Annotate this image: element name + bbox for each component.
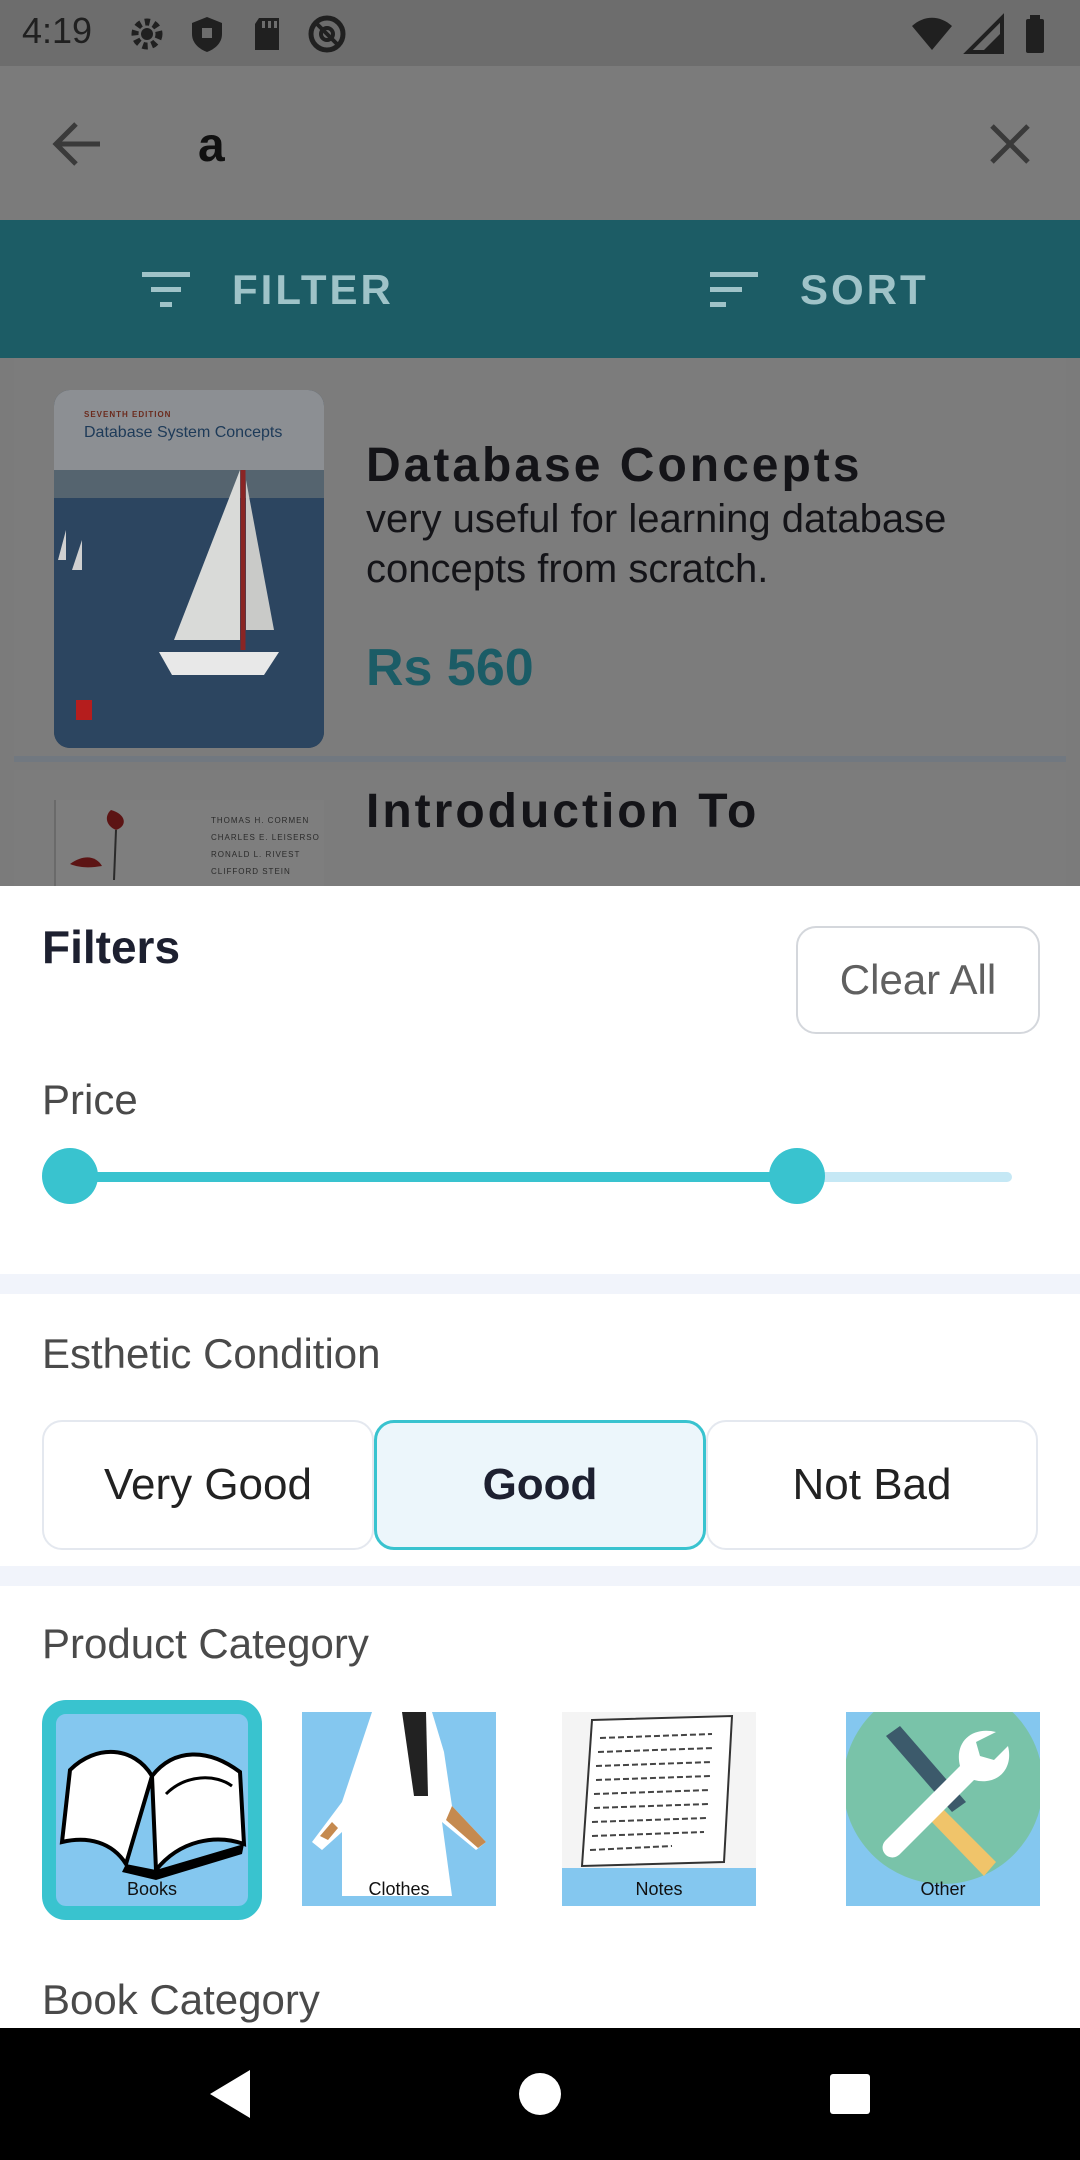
nav-recents-icon[interactable] (818, 2062, 882, 2126)
cover-author: CLIFFORD STEIN (211, 867, 291, 876)
category-other-label: Other (920, 1879, 966, 1899)
battery-icon (1014, 12, 1058, 56)
filter-icon (140, 270, 192, 310)
price-range-slider[interactable] (42, 1148, 1018, 1208)
settings-icon (125, 12, 169, 56)
condition-options: Very Good Good Not Bad (42, 1420, 1038, 1550)
slider-active-range (70, 1172, 797, 1182)
status-time: 4:19 (22, 10, 93, 51)
nav-home-icon[interactable] (508, 2062, 572, 2126)
nav-back-icon[interactable] (202, 2062, 266, 2126)
product-title: Database Concepts (366, 439, 863, 492)
category-other-tile[interactable]: Other (846, 1712, 1040, 1906)
category-options: Books Clothes Notes Other (42, 1700, 1040, 1920)
filters-sheet: Filters Clear All Price Esthetic Conditi… (0, 886, 1080, 2028)
section-divider (0, 1274, 1080, 1294)
category-notes-label: Notes (635, 1879, 683, 1899)
category-clothes-label: Clothes (368, 1879, 430, 1899)
product-category-label: Product Category (42, 1620, 369, 1667)
category-clothes-tile[interactable]: Clothes (302, 1712, 496, 1906)
search-bar: a (0, 66, 1080, 220)
status-bar: 4:19 (0, 0, 1080, 66)
results-list: SEVENTH EDITION Database System Concepts… (0, 358, 1080, 886)
cover-author: RONALD L. RIVEST (211, 850, 301, 859)
cover-author: CHARLES E. LEISERSO (211, 833, 320, 842)
filter-label: FILTER (232, 266, 394, 313)
product-image: SEVENTH EDITION Database System Concepts (54, 390, 324, 748)
category-books-label: Books (126, 1879, 178, 1899)
shield-icon (185, 12, 229, 56)
condition-label: Esthetic Condition (42, 1330, 381, 1377)
filter-sort-bar: FILTER SORT (0, 220, 1080, 358)
clear-all-button[interactable]: Clear All (796, 926, 1040, 1034)
wifi-icon (910, 12, 954, 56)
close-icon[interactable] (980, 114, 1040, 174)
sort-button[interactable]: SORT (708, 260, 929, 320)
product-title: Introduction To (366, 785, 760, 838)
at-sign-icon (305, 12, 349, 56)
product-description: very useful for learning database concep… (366, 497, 947, 591)
search-input[interactable]: a (198, 118, 225, 173)
condition-very-good-button[interactable]: Very Good (42, 1420, 374, 1550)
cover-author: THOMAS H. CORMEN (211, 816, 310, 825)
clothes-icon (312, 1712, 486, 1896)
filter-button[interactable]: FILTER (140, 260, 394, 320)
category-notes-tile[interactable]: Notes (562, 1712, 756, 1906)
sd-card-icon (245, 12, 289, 56)
open-book-icon (59, 1749, 247, 1880)
tools-icon (846, 1712, 1040, 1884)
condition-not-bad-button[interactable]: Not Bad (706, 1420, 1038, 1550)
slider-max-thumb[interactable] (768, 1148, 825, 1204)
price-label: Price (42, 1076, 138, 1123)
back-arrow-icon[interactable] (48, 114, 108, 174)
slider-min-thumb[interactable] (42, 1148, 98, 1204)
product-price: Rs 560 (366, 639, 534, 697)
section-divider (0, 1566, 1080, 1586)
product-image: THOMAS H. CORMEN CHARLES E. LEISERSO RON… (54, 800, 324, 886)
sort-label: SORT (800, 266, 929, 313)
navigation-bar (0, 2028, 1080, 2160)
cell-signal-icon (962, 12, 1006, 56)
product-card[interactable]: SEVENTH EDITION Database System Concepts… (14, 358, 1066, 762)
handwritten-notes-icon (562, 1712, 756, 1868)
condition-good-button[interactable]: Good (374, 1420, 706, 1550)
product-card[interactable]: THOMAS H. CORMEN CHARLES E. LEISERSO RON… (14, 770, 1066, 886)
category-books-tile[interactable]: Books (42, 1700, 262, 1920)
sort-icon (708, 270, 760, 310)
book-category-label: Book Category (42, 1976, 320, 2023)
filters-title: Filters (42, 921, 181, 973)
